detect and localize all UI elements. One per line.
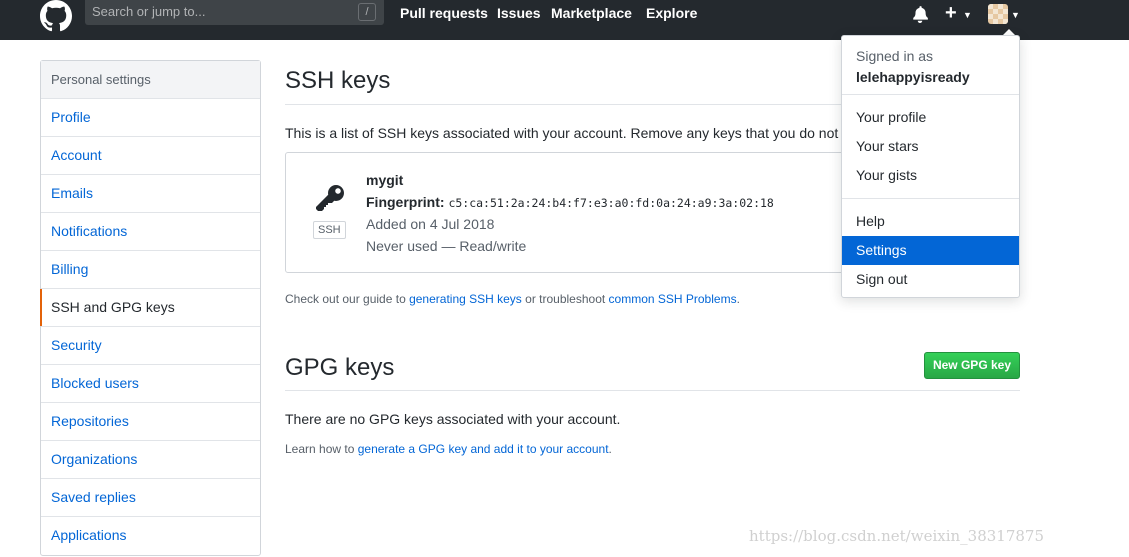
top-header: Search or jump to... / Pull requests Iss… (0, 0, 1129, 40)
key-added-date: Added on 4 Jul 2018 (366, 216, 495, 232)
guide-prefix: Check out our guide to (285, 292, 410, 306)
gpg-divider (285, 390, 1020, 391)
menu-settings[interactable]: Settings (842, 236, 1019, 265)
user-dropdown-menu: Signed in as lelehappyisready Your profi… (841, 35, 1020, 298)
nav-marketplace[interactable]: Marketplace (551, 5, 632, 21)
menu-your-stars[interactable]: Your stars (842, 132, 1019, 161)
sidebar-item-repositories[interactable]: Repositories (41, 403, 260, 441)
search-placeholder: Search or jump to... (92, 4, 206, 19)
signed-in-header: Signed in as lelehappyisready (856, 46, 970, 88)
menu-your-profile[interactable]: Your profile (842, 103, 1019, 132)
create-new-icon[interactable]: + (945, 3, 957, 23)
key-name: mygit (366, 172, 404, 188)
github-logo-icon[interactable] (40, 0, 72, 32)
key-usage: Never used — Read/write (366, 238, 527, 254)
gpg-empty-text: There are no GPG keys associated with yo… (285, 411, 621, 427)
sidebar-heading: Personal settings (41, 61, 260, 99)
guide-suffix: . (736, 292, 740, 306)
signed-in-label: Signed in as (856, 48, 934, 64)
common-ssh-problems-link[interactable]: common SSH Problems (609, 292, 737, 306)
fingerprint-label: Fingerprint: (366, 194, 445, 210)
ssh-description: This is a list of SSH keys associated wi… (285, 125, 855, 141)
settings-sidebar: Personal settings Profile Account Emails… (40, 60, 261, 556)
sidebar-item-applications[interactable]: Applications (41, 517, 260, 555)
ssh-guide-text: Check out our guide to generating SSH ke… (285, 292, 740, 306)
menu-help[interactable]: Help (842, 207, 1019, 236)
avatar[interactable] (988, 4, 1008, 24)
sidebar-item-billing[interactable]: Billing (41, 251, 260, 289)
sidebar-item-blocked-users[interactable]: Blocked users (41, 365, 260, 403)
sidebar-item-emails[interactable]: Emails (41, 175, 260, 213)
key-icon (316, 185, 344, 211)
signed-in-username: lelehappyisready (856, 69, 970, 85)
sidebar-item-organizations[interactable]: Organizations (41, 441, 260, 479)
menu-your-gists[interactable]: Your gists (842, 161, 1019, 190)
nav-pull-requests[interactable]: Pull requests (400, 5, 488, 21)
dropdown-divider (842, 198, 1019, 199)
key-fingerprint: Fingerprint: c5:ca:51:2a:24:b4:f7:e3:a0:… (366, 194, 774, 210)
sidebar-item-account[interactable]: Account (41, 137, 260, 175)
gpg-learn-text: Learn how to generate a GPG key and add … (285, 442, 612, 456)
search-input[interactable]: Search or jump to... / (85, 0, 384, 25)
learn-suffix: . (608, 442, 612, 456)
dropdown-divider (842, 94, 1019, 95)
sidebar-item-notifications[interactable]: Notifications (41, 213, 260, 251)
menu-sign-out[interactable]: Sign out (842, 265, 1019, 294)
nav-explore[interactable]: Explore (646, 5, 697, 21)
ssh-badge: SSH (313, 221, 346, 239)
ssh-keys-title: SSH keys (285, 67, 391, 94)
watermark: https://blog.csdn.net/weixin_38317875 (749, 527, 1045, 545)
generating-ssh-keys-link[interactable]: generating SSH keys (409, 292, 522, 306)
create-caret-icon[interactable]: ▼ (963, 10, 972, 20)
gpg-keys-title: GPG keys (285, 354, 395, 381)
guide-middle: or troubleshoot (521, 292, 609, 306)
fingerprint-value: c5:ca:51:2a:24:b4:f7:e3:a0:fd:0a:24:a9:3… (448, 196, 774, 210)
sidebar-item-saved-replies[interactable]: Saved replies (41, 479, 260, 517)
nav-issues[interactable]: Issues (497, 5, 541, 21)
bell-icon[interactable] (912, 5, 928, 23)
learn-prefix: Learn how to (285, 442, 358, 456)
new-gpg-key-button[interactable]: New GPG key (924, 352, 1020, 379)
generate-gpg-key-link[interactable]: generate a GPG key and add it to your ac… (358, 442, 609, 456)
sidebar-item-ssh-gpg-keys[interactable]: SSH and GPG keys (40, 289, 260, 327)
slash-shortcut-badge: / (358, 3, 376, 21)
sidebar-item-security[interactable]: Security (41, 327, 260, 365)
sidebar-item-profile[interactable]: Profile (41, 99, 260, 137)
avatar-caret-icon[interactable]: ▼ (1011, 10, 1020, 20)
